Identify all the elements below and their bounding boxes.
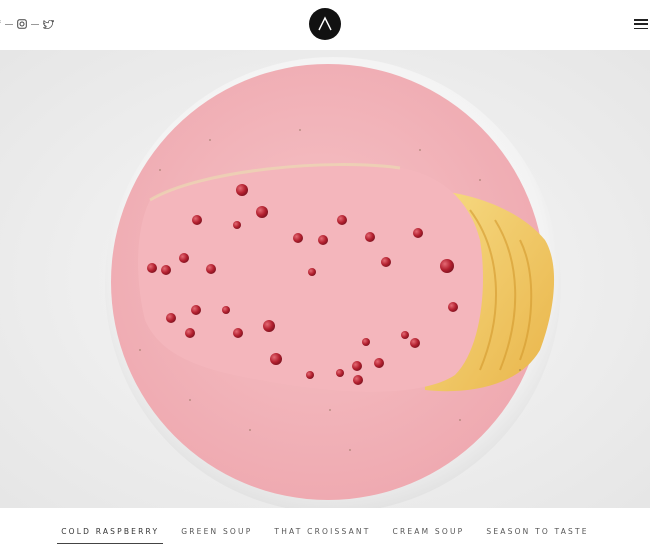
- divider: [4, 23, 13, 25]
- divider: [30, 23, 39, 25]
- instagram-icon[interactable]: [16, 19, 27, 29]
- facebook-icon[interactable]: f: [0, 19, 1, 29]
- dish-illustration: [0, 50, 650, 508]
- tab-cold-raspberry[interactable]: COLD RASPBERRY: [57, 520, 164, 544]
- social-links: f: [0, 17, 54, 31]
- menu-bar: [634, 27, 648, 29]
- menu-bar: [634, 23, 648, 25]
- hamburger-menu-icon[interactable]: [634, 19, 648, 29]
- hero-image: [0, 50, 650, 508]
- tab-season-to-taste[interactable]: SEASON TO TASTE: [482, 520, 592, 544]
- twitter-icon[interactable]: [42, 19, 54, 29]
- lambda-logo-icon[interactable]: [309, 8, 341, 40]
- recipe-tabs: COLD RASPBERRY GREEN SOUP THAT CROISSANT…: [0, 520, 650, 544]
- menu-bar: [634, 19, 648, 21]
- tab-that-croissant[interactable]: THAT CROISSANT: [270, 520, 374, 544]
- tab-cream-soup[interactable]: CREAM SOUP: [389, 520, 469, 544]
- tab-green-soup[interactable]: GREEN SOUP: [177, 520, 256, 544]
- site-header: f: [0, 0, 650, 50]
